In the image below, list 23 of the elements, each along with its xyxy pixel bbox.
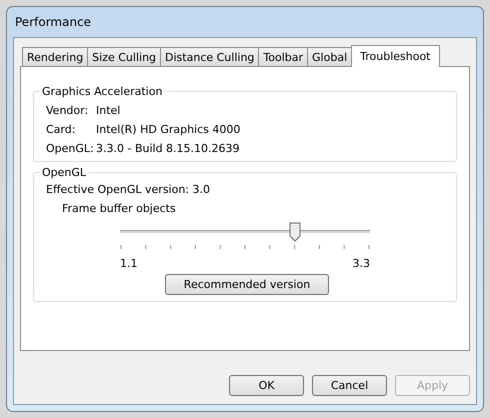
tab[interactable]: Size Culling [87,47,162,66]
field-value: Intel(R) HD Graphics 4000 [96,123,242,136]
max-label: 3.3 [352,257,370,270]
tab[interactable]: Global [307,47,352,66]
version-text: Effective OpenGL version: 3.0 [46,183,212,196]
field-value: Intel [96,104,122,117]
slider-thumb[interactable] [289,222,301,242]
field-label: Card: [46,123,76,136]
feature-label: Frame buffer objects [62,202,177,215]
field-value: 3.3.0 - Build 8.15.10.2639 [96,142,241,155]
min-label: 1.1 [120,257,138,270]
window-title: Performance [14,14,92,31]
group-title: OpenGL [41,166,88,179]
field-label: Vendor: [46,104,90,117]
group-title: Graphics Acceleration [41,85,164,98]
tab[interactable]: Toolbar [258,47,308,66]
recommended-button[interactable]: Recommended version [164,274,330,295]
dialog-button[interactable]: Cancel [312,375,387,396]
dialog-button[interactable]: OK [229,375,304,396]
field-label: OpenGL: [46,142,95,155]
tab[interactable]: Troubleshoot [351,45,440,67]
tab[interactable]: Distance Culling [160,47,260,66]
tab[interactable]: Rendering [22,47,88,66]
